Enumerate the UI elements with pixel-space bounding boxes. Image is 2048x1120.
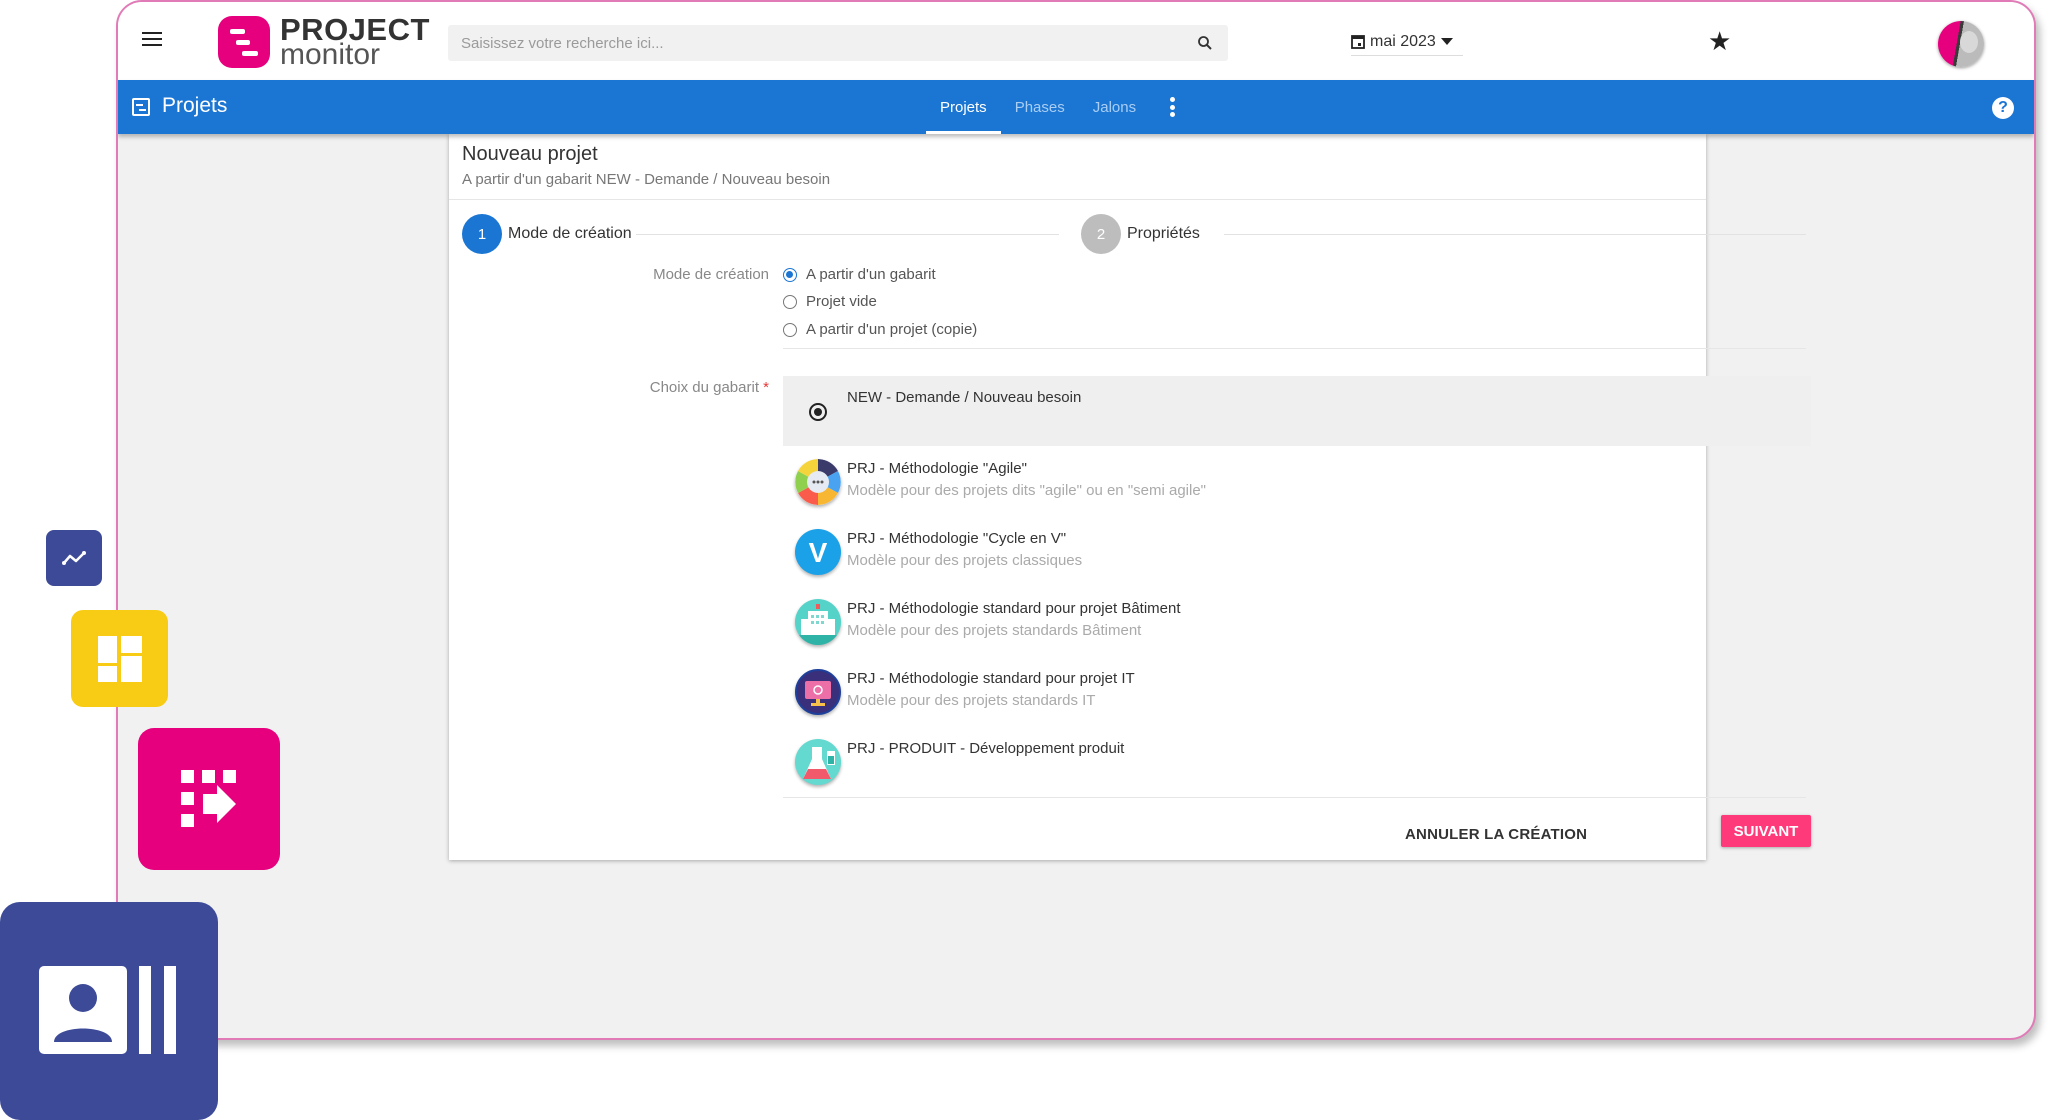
user-avatar[interactable] (1938, 21, 1984, 67)
template-description: Modèle pour des projets standards Bâtime… (847, 622, 1142, 639)
radio-copy-project[interactable]: A partir d'un projet (copie) (783, 321, 977, 338)
radio-label: A partir d'un projet (copie) (806, 321, 978, 338)
top-toolbar: PROJECT monitor mai 2023 ★ (118, 2, 2034, 80)
tab-jalons[interactable]: Jalons (1079, 80, 1150, 134)
template-description: Modèle pour des projets standards IT (847, 692, 1096, 709)
module-title: Projets (162, 94, 228, 117)
lab-flask-icon (795, 739, 841, 785)
page-subtitle: A partir d'un gabarit NEW - Demande / No… (462, 171, 831, 188)
header-divider (449, 199, 1706, 200)
building-icon (795, 599, 841, 645)
template-title: PRJ - PRODUIT - Développement produit (847, 740, 1125, 757)
monitor-icon (795, 669, 841, 715)
agile-cycle-icon (795, 459, 841, 505)
module-tabs: Projets Phases Jalons (926, 80, 1150, 134)
template-title: PRJ - Méthodologie "Cycle en V" (847, 530, 1067, 547)
cancel-creation-button[interactable]: ANNULER LA CRÉATION (1397, 817, 1595, 851)
stepper-line-1 (636, 234, 1059, 235)
project-module-icon (132, 98, 150, 116)
radio-label: Projet vide (806, 293, 877, 310)
step-2-label: Propriétés (1127, 225, 1200, 242)
template-title: PRJ - Méthodologie standard pour projet … (847, 600, 1181, 617)
caret-down-icon (1440, 37, 1453, 45)
app-window: PROJECT monitor mai 2023 ★ Projets (116, 0, 2036, 1040)
template-list: NEW - Demande / Nouveau besoin PRJ - Mét… (783, 376, 1811, 796)
tab-projets[interactable]: Projets (926, 80, 1001, 134)
grid-arrow-tile (138, 728, 280, 870)
star-icon[interactable]: ★ (1708, 28, 1731, 54)
search-icon[interactable] (1196, 34, 1214, 52)
section-divider (783, 348, 1806, 349)
template-title: PRJ - Méthodologie "Agile" (847, 460, 1027, 477)
tab-phases[interactable]: Phases (1001, 80, 1079, 134)
contact-card-icon (39, 966, 176, 1054)
more-vert-icon[interactable] (1170, 97, 1176, 117)
logo-icon (218, 16, 270, 68)
step-2-number: 2 (1081, 214, 1121, 254)
template-description: Modèle pour des projets dits "agile" ou … (847, 482, 1206, 499)
grid-arrow-icon (181, 770, 236, 827)
avatar-face (1960, 31, 1978, 53)
v-cycle-icon: V (795, 529, 841, 575)
contact-card-tile (0, 902, 218, 1120)
page-title: Nouveau projet (462, 143, 598, 165)
dashboard-layout-icon (97, 635, 142, 682)
module-nav-bar: Projets Projets Phases Jalons ? (118, 80, 2034, 134)
template-choice-label: Choix du gabarit * (529, 379, 769, 396)
step-1[interactable]: 1 Mode de création (462, 214, 632, 254)
template-item[interactable]: PRJ - Méthodologie standard pour projet … (783, 586, 1811, 656)
template-item[interactable]: PRJ - Méthodologie "Agile" Modèle pour d… (783, 446, 1811, 516)
stepper-line-2 (1224, 234, 1806, 235)
radio-button[interactable] (783, 294, 797, 309)
template-item[interactable]: V PRJ - Méthodologie "Cycle en V" Modèle… (783, 516, 1811, 586)
template-item[interactable]: NEW - Demande / Nouveau besoin (783, 376, 1811, 446)
template-title: PRJ - Méthodologie standard pour projet … (847, 670, 1135, 687)
hamburger-icon[interactable] (142, 32, 162, 48)
trend-chart-icon (62, 551, 86, 565)
search-input[interactable] (448, 25, 1168, 61)
radio-from-template[interactable]: A partir d'un gabarit (783, 266, 936, 283)
search-box (448, 25, 1228, 61)
step-1-label: Mode de création (508, 225, 632, 242)
template-choice-label-text: Choix du gabarit (649, 379, 759, 396)
next-button[interactable]: SUIVANT (1721, 815, 1811, 847)
required-mark: * (763, 379, 769, 396)
step-2[interactable]: 2 Propriétés (1081, 214, 1200, 254)
template-item[interactable]: PRJ - Méthodologie standard pour projet … (783, 656, 1811, 726)
calendar-icon (1351, 35, 1365, 49)
help-icon[interactable]: ? (1992, 97, 2014, 119)
date-selector-value: mai 2023 (1370, 32, 1436, 50)
logo-text-monitor: monitor (280, 38, 381, 71)
trend-chart-tile (46, 530, 102, 586)
radio-selected-icon[interactable] (809, 403, 827, 421)
radio-empty-project[interactable]: Projet vide (783, 293, 877, 310)
template-title: NEW - Demande / Nouveau besoin (847, 389, 1082, 406)
radio-button-checked[interactable] (783, 267, 797, 282)
new-project-card: Nouveau projet A partir d'un gabarit NEW… (449, 134, 1811, 860)
template-description: Modèle pour des projets classiques (847, 552, 1083, 569)
creation-mode-label: Mode de création (653, 266, 769, 283)
svg-text:V: V (809, 537, 828, 568)
radio-label: A partir d'un gabarit (806, 266, 936, 283)
date-selector[interactable]: mai 2023 (1351, 28, 1463, 56)
step-1-number: 1 (462, 214, 502, 254)
dashboard-tile (71, 610, 168, 707)
footer-divider (783, 797, 1806, 798)
radio-button[interactable] (783, 322, 797, 337)
template-item[interactable]: PRJ - PRODUIT - Développement produit (783, 726, 1811, 796)
